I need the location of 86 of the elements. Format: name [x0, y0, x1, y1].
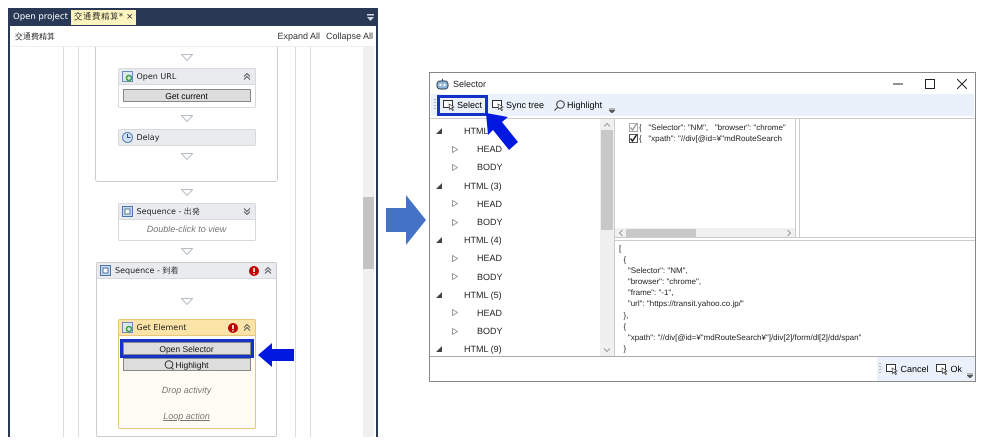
dialog-button[interactable]: Ok [933, 362, 965, 376]
collapse-icon[interactable] [242, 73, 250, 80]
sequence-title: Sequence - 到着 [115, 265, 178, 276]
document-tab[interactable]: 交通費精算* × [70, 10, 136, 25]
robot-icon [436, 78, 449, 90]
triangle-icon [180, 115, 192, 122]
tree-item[interactable]: HTML (4) [430, 231, 600, 250]
search-icon [554, 100, 566, 110]
sequence-card[interactable]: Sequence - 出発 Double-click to view [118, 203, 256, 241]
triangle-icon [180, 248, 192, 255]
clock-icon [122, 132, 132, 143]
collapsed-icon[interactable] [452, 328, 458, 335]
expanded-icon[interactable] [436, 346, 442, 352]
expanded-icon[interactable] [436, 128, 442, 134]
triangle-icon [180, 54, 192, 61]
triangle-icon [180, 189, 192, 196]
checkbox[interactable] [629, 134, 638, 143]
selector-part: { "xpath": "//div[@id=¥"mdRouteSearch [639, 134, 782, 143]
triangle-icon [180, 153, 192, 160]
expand-collapse-link[interactable]: Expand All [277, 31, 320, 41]
tree-item[interactable]: HEAD [430, 194, 600, 213]
collapse-icon[interactable] [264, 267, 272, 274]
tree-item[interactable]: BODY [430, 322, 600, 340]
collapsed-icon[interactable] [452, 164, 458, 171]
activity-title: Get Element [136, 323, 186, 332]
collapsed-icon[interactable] [452, 254, 458, 262]
selector-json[interactable]: [ { "Selector": "NM", "browser": "chrome", "frame": "-1", "url": "https://transit.yahoo.co.jp/" }, { "xpath": "//div[@id=¥"mdRouteSearch¥"]/div[2]/form/dl[2]/dd/span" } [615, 240, 975, 356]
sequence-icon [122, 206, 132, 217]
expanded-icon[interactable] [436, 292, 442, 298]
tree-item[interactable]: BODY [430, 212, 600, 232]
pointer-arrow [258, 343, 294, 367]
tree-item[interactable]: HEAD [430, 140, 600, 158]
overflow-icon[interactable] [967, 373, 973, 378]
sequence-title: Sequence - 出発 [136, 206, 200, 217]
toolbar-button[interactable]: Highlight [551, 98, 606, 112]
activity-title: Delay [136, 133, 160, 142]
pointer-icon [886, 364, 898, 374]
search-icon [164, 360, 174, 370]
view-hint: Double-click to view [146, 223, 228, 236]
sequence-card[interactable]: Sequence - 到着 Get Element Open Selector Highlight Drop activity Loop action [96, 262, 277, 437]
tree-item[interactable]: BODY [430, 158, 600, 177]
collapse-icon[interactable] [242, 324, 250, 331]
tree-item[interactable]: HEAD [430, 249, 600, 268]
collapsed-icon[interactable] [452, 146, 458, 153]
activity-card[interactable]: Delay [118, 129, 256, 146]
expanded-icon[interactable] [436, 182, 442, 189]
triangle-icon [180, 298, 192, 305]
scrollbar[interactable] [363, 47, 374, 437]
document-tab[interactable]: Open project [10, 10, 71, 25]
expand-collapse-link[interactable]: Collapse All [326, 31, 373, 41]
pointer-icon [492, 100, 504, 110]
get-current-button[interactable]: Get current [122, 89, 250, 102]
dialog-button[interactable]: Cancel [883, 362, 932, 376]
collapsed-icon[interactable] [452, 218, 458, 226]
tree-item[interactable]: HTML (5) [430, 286, 600, 304]
element-icon [122, 322, 132, 333]
drop-hint: Drop activity [160, 385, 212, 395]
dropdown-icon[interactable] [367, 14, 374, 21]
selector-part: { "Selector": "NM", "browser": "chrome" [639, 123, 786, 132]
tree-item[interactable]: HEAD [430, 304, 600, 322]
toolbar-button[interactable]: Select [440, 98, 486, 112]
tree-item[interactable]: HTML (9) [430, 340, 600, 356]
collapsed-icon[interactable] [452, 273, 458, 280]
grip-icon [879, 363, 882, 375]
maximize-icon[interactable] [925, 78, 935, 88]
pointer-icon [443, 100, 455, 110]
activity-card[interactable]: Open URL Get current [118, 68, 256, 108]
highlight-button[interactable]: Highlight [122, 358, 250, 371]
tree-item[interactable]: HTML (3) [430, 176, 600, 195]
pointer-icon [936, 364, 948, 374]
tree-item[interactable]: HTML [430, 122, 600, 140]
right-arrow [386, 195, 426, 245]
loop-action-link[interactable]: Loop action [163, 411, 210, 421]
workflow-title: 交通費精算 [15, 30, 55, 42]
expand-icon[interactable] [242, 208, 250, 215]
overflow-icon[interactable] [609, 108, 616, 113]
tree-item[interactable]: BODY [430, 268, 600, 286]
close-icon[interactable] [957, 78, 967, 88]
toolbar-button[interactable]: Sync tree [489, 98, 548, 112]
sequence-icon [100, 265, 111, 276]
expanded-icon[interactable] [436, 237, 442, 244]
window-title: Selector [453, 78, 486, 88]
activity-title: Open URL [136, 72, 176, 81]
collapsed-icon[interactable] [452, 309, 458, 316]
collapsed-icon[interactable] [452, 200, 458, 208]
activity-card[interactable]: Get Element Open Selector Highlight Drop activity Loop action [118, 319, 256, 429]
